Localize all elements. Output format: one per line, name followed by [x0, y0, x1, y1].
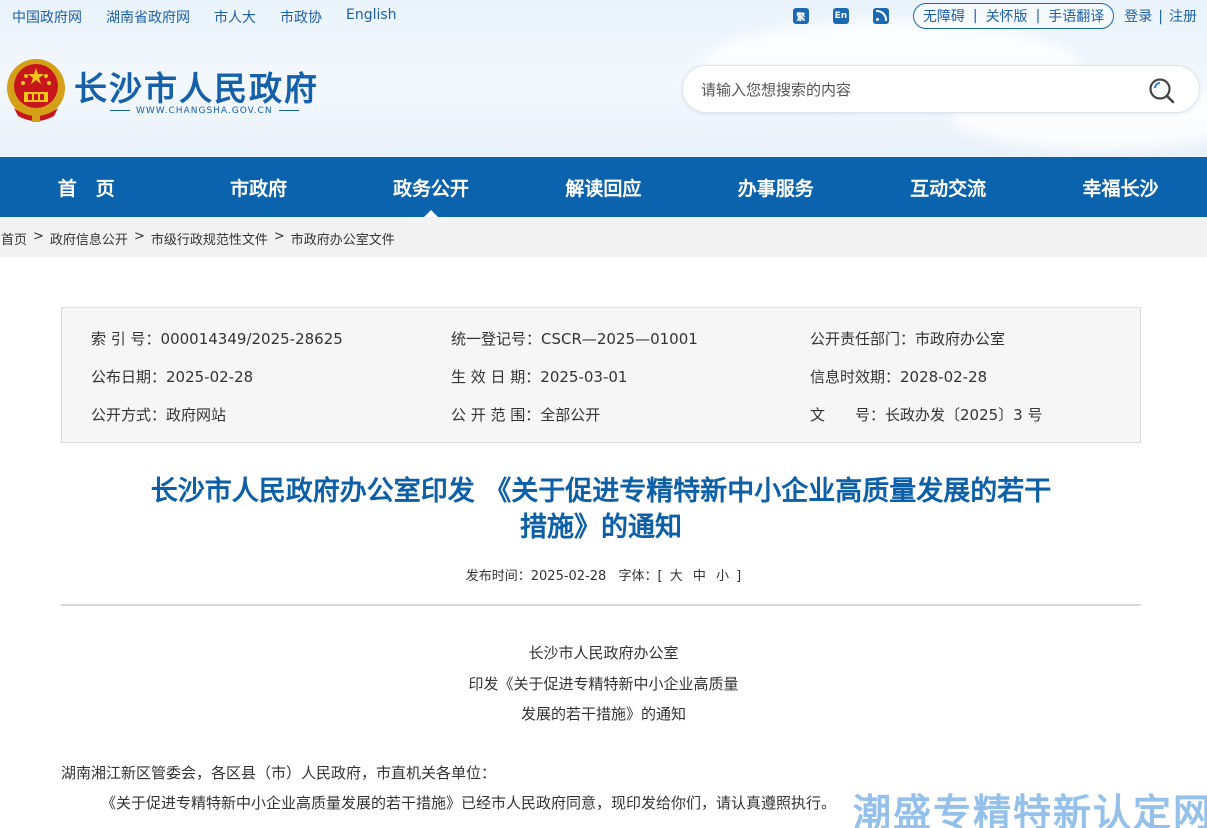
search-box — [682, 65, 1200, 113]
body-paragraph: 《关于促进专精特新中小企业高质量发展的若干措施》已经市人民政府同意，现印发给你们… — [101, 794, 837, 812]
nav-government-affairs[interactable]: 政务公开 — [345, 157, 517, 217]
info-responsible-dept: 公开责任部门：市政府办公室 — [810, 330, 1006, 348]
nav-city-government[interactable]: 市政府 — [172, 157, 344, 217]
article-title: 长沙市人民政府办公室印发 《关于促进专精特新中小企业高质量发展的若干 措施》的通… — [61, 474, 1141, 546]
link-city-cppcc[interactable]: 市政协 — [280, 7, 322, 27]
publish-time: 2025-02-28 — [530, 569, 607, 584]
font-size-close: ] — [736, 569, 742, 584]
breadcrumb: 首页 > 政府信息公开 > 市级行政规范性文件 > 市政府办公室文件 — [1, 229, 395, 248]
link-city-npc[interactable]: 市人大 — [214, 7, 256, 27]
info-expiry: 信息时效期：2028-02-28 — [810, 368, 988, 386]
info-registration-number: 统一登记号：CSCR—2025—01001 — [451, 330, 698, 348]
info-index-number: 索 引 号：000014349/2025-28625 — [91, 330, 343, 348]
breadcrumb-office-docs[interactable]: 市政府办公室文件 — [291, 229, 395, 248]
article-title-line1: 长沙市人民政府办公室印发 《关于促进专精特新中小企业高质量发展的若干 — [150, 476, 1052, 507]
breadcrumb-separator: > — [133, 229, 145, 244]
font-size-label: 字体：[ — [618, 569, 663, 584]
font-size-medium[interactable]: 中 — [693, 569, 706, 584]
breadcrumb-bar: 首页 > 政府信息公开 > 市级行政规范性文件 > 市政府办公室文件 — [0, 217, 1207, 257]
link-hunan-gov[interactable]: 湖南省政府网 — [106, 7, 190, 27]
separator: | — [972, 8, 978, 24]
traditional-chinese-icon[interactable]: 繁 — [792, 8, 809, 24]
login-link[interactable]: 登录 — [1124, 9, 1152, 25]
info-document-number: 文 号：长政办发〔2025〕3 号 — [810, 406, 1043, 424]
document-info-box: 索 引 号：000014349/2025-28625 统一登记号：CSCR—20… — [61, 307, 1141, 443]
separator: | — [1035, 8, 1041, 24]
site-title[interactable]: 长沙市人民政府 — [74, 62, 319, 110]
nav-interpretation[interactable]: 解读回应 — [517, 157, 689, 217]
sign-language-link[interactable]: 手语翻译 — [1048, 6, 1104, 26]
link-english[interactable]: English — [346, 7, 397, 27]
link-central-gov[interactable]: 中国政府网 — [12, 7, 82, 27]
breadcrumb-normative-docs[interactable]: 市级行政规范性文件 — [151, 229, 268, 248]
watermark: 潮盛专精特新认定网 — [853, 791, 1207, 828]
search-icon[interactable] — [1147, 76, 1177, 106]
font-size-small[interactable]: 小 — [716, 569, 729, 584]
site-url: WWW.CHANGSHA.GOV.CN — [104, 106, 305, 116]
info-effective-date: 生 效 日 期：2025-03-01 — [451, 368, 628, 386]
top-links: 中国政府网 湖南省政府网 市人大 市政协 English — [12, 7, 397, 27]
article-meta: 发布时间：2025-02-28 字体：[ 大 中 小 ] — [0, 565, 1207, 584]
separator: | — [1158, 9, 1163, 25]
info-publish-method: 公开方式：政府网站 — [91, 406, 227, 424]
english-icon[interactable]: En — [832, 8, 849, 24]
rss-icon[interactable] — [872, 8, 889, 24]
register-link[interactable]: 注册 — [1169, 9, 1197, 25]
nav-happy-changsha[interactable]: 幸福长沙 — [1034, 157, 1206, 217]
doc-heading-line2: 印发《关于促进专精特新中小企业高质量 — [468, 675, 739, 693]
accessibility-link[interactable]: 无障碍 — [923, 6, 965, 26]
accessibility-group: 无障碍 | 关怀版 | 手语翻译 — [912, 3, 1115, 29]
search-input[interactable] — [701, 78, 1131, 102]
top-bar: 中国政府网 湖南省政府网 市人大 市政协 English 繁 En 无障碍 | … — [0, 0, 1207, 32]
publish-time-label: 发布时间： — [465, 569, 531, 584]
doc-heading-line1: 长沙市人民政府办公室 — [528, 644, 679, 662]
nav-home[interactable]: 首 页 — [0, 157, 172, 217]
nav-services[interactable]: 办事服务 — [690, 157, 862, 217]
login-group: 登录 | 注册 — [1124, 6, 1197, 26]
care-mode-link[interactable]: 关怀版 — [986, 6, 1028, 26]
info-publish-scope: 公 开 范 围：全部公开 — [451, 406, 601, 424]
top-right-tools: 繁 En 无障碍 | 关怀版 | 手语翻译 登录 | 注册 — [792, 3, 1197, 29]
article-title-line2: 措施》的通知 — [520, 512, 682, 543]
header: 中国政府网 湖南省政府网 市人大 市政协 English 繁 En 无障碍 | … — [0, 0, 1207, 157]
breadcrumb-separator: > — [273, 229, 285, 244]
breadcrumb-gov-info[interactable]: 政府信息公开 — [50, 229, 128, 248]
main-nav: 首 页 市政府 政务公开 解读回应 办事服务 互动交流 幸福长沙 — [0, 157, 1207, 217]
font-size-large[interactable]: 大 — [670, 569, 683, 584]
breadcrumb-home[interactable]: 首页 — [1, 229, 27, 248]
doc-heading-line3: 发展的若干措施》的通知 — [520, 705, 686, 723]
divider — [61, 604, 1141, 606]
nav-interaction[interactable]: 互动交流 — [862, 157, 1034, 217]
national-emblem-icon[interactable] — [4, 56, 68, 124]
breadcrumb-separator: > — [33, 229, 44, 244]
info-publish-date: 公布日期：2025-02-28 — [91, 368, 254, 386]
addressee: 湖南湘江新区管委会，各区县（市）人民政府，市直机关各单位： — [61, 764, 497, 782]
